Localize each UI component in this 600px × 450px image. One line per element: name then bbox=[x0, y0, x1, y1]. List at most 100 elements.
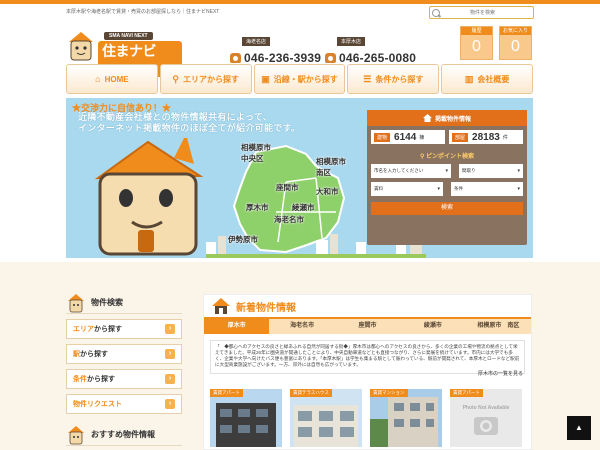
sidebar-item-conditions[interactable]: 条件から探す › bbox=[66, 369, 182, 389]
city-select[interactable]: 市名を入力してください ▾ bbox=[371, 164, 451, 178]
store-phone[interactable]: 046-265-0080 bbox=[339, 51, 416, 65]
listing-card[interactable]: 賃貸アパート bbox=[210, 389, 282, 447]
stat-value: 6144 bbox=[394, 131, 417, 143]
phone-icon bbox=[230, 53, 241, 63]
city-label[interactable]: 綾瀬市 bbox=[292, 202, 315, 213]
stat-rooms: 部屋 28183 件 bbox=[449, 130, 523, 144]
listing-card[interactable]: 賃貸マンション bbox=[370, 389, 442, 447]
phone-icon bbox=[325, 53, 336, 63]
tab-sagamihara-minami[interactable]: 相模原市 南区 bbox=[466, 319, 531, 334]
city-label[interactable]: 大和市 bbox=[316, 186, 339, 197]
item-text: から探す bbox=[87, 376, 115, 383]
item-text: から探す bbox=[80, 351, 108, 358]
scroll-to-top-button[interactable]: ▲ bbox=[567, 416, 591, 440]
nav-label: 条件から探す bbox=[375, 74, 424, 84]
listing-panel: 掲載物件情報 建物 6144 棟 部屋 28183 件 ⚲ ピンポイント検索 市… bbox=[367, 110, 527, 245]
conditions-select[interactable]: 条件 ▾ bbox=[451, 182, 523, 196]
nav-label: 会社概要 bbox=[477, 74, 510, 84]
city-label[interactable]: 厚木市 bbox=[246, 202, 269, 213]
item-highlight: 駅 bbox=[73, 351, 80, 358]
panel-title: 掲載物件情報 bbox=[434, 116, 471, 123]
item-highlight: エリア bbox=[73, 326, 94, 333]
new-listings-title: 新着物件情報 bbox=[236, 302, 296, 314]
new-listings-header: 新着物件情報 bbox=[204, 295, 531, 319]
select-value: 間取り bbox=[462, 168, 476, 173]
pin-icon: ⚲ bbox=[172, 73, 179, 84]
chevron-down-icon: ▾ bbox=[437, 186, 440, 192]
counter-value: 0 bbox=[511, 38, 520, 55]
placeholder-text: Photo Not Available bbox=[463, 405, 510, 411]
sidebar-title-recommend: おすすめ物件情報 bbox=[66, 424, 182, 446]
property-photo bbox=[370, 389, 442, 447]
pinpoint-title: ⚲ ピンポイント検索 bbox=[367, 151, 527, 160]
rent-select[interactable]: 賃料 ▾ bbox=[371, 182, 443, 196]
store-phone[interactable]: 046-236-3939 bbox=[244, 51, 321, 65]
city-label[interactable]: 座間市 bbox=[276, 182, 299, 193]
tab-ayase[interactable]: 綾瀬市 bbox=[400, 319, 465, 334]
arrow-right-icon: › bbox=[165, 324, 175, 334]
store-honatsugi: 本厚木店 046-265-0080 bbox=[325, 30, 416, 65]
sidebar-title-text: おすすめ物件情報 bbox=[91, 430, 155, 439]
checklist-icon: ☰ bbox=[363, 73, 372, 84]
search-input[interactable] bbox=[440, 7, 528, 18]
home-icon: ⌂ bbox=[95, 74, 101, 84]
property-photo bbox=[210, 389, 282, 447]
pin-icon: ⚲ bbox=[419, 154, 425, 160]
listing-card[interactable]: 賃貸テラスハウス bbox=[290, 389, 362, 447]
property-photo bbox=[290, 389, 362, 447]
store-name: 海老名店 bbox=[242, 37, 271, 46]
tab-zama[interactable]: 座間市 bbox=[335, 319, 400, 334]
arrow-right-icon: › bbox=[165, 349, 175, 359]
view-more-link[interactable]: 厚木市の一覧を見る bbox=[478, 370, 523, 377]
mascot-icon bbox=[68, 425, 84, 444]
select-value: 条件 bbox=[454, 186, 463, 191]
no-photo-placeholder: Photo Not Available bbox=[450, 389, 522, 447]
arrow-right-icon: › bbox=[165, 374, 175, 384]
counter-label: お気に入り bbox=[500, 27, 531, 35]
pinpoint-title-text: ピンポイント検索 bbox=[426, 154, 475, 160]
main-nav: ⌂ HOME ⚲ エリアから探す ▣ 沿線・駅から探す ☰ 条件から探す ▥ 会… bbox=[66, 64, 533, 94]
city-label[interactable]: 相模原市 中央区 bbox=[241, 142, 271, 164]
sidebar-item-area[interactable]: エリアから探す › bbox=[66, 319, 182, 339]
house-icon bbox=[212, 298, 230, 314]
listing-cards: 賃貸アパート 賃貸テラスハウス 賃貸マンション 賃貸アパート Photo Not… bbox=[210, 389, 530, 447]
sidebar-item-request[interactable]: 物件リクエスト › bbox=[66, 394, 182, 414]
item-text: から探す bbox=[94, 326, 122, 333]
site-search bbox=[429, 6, 534, 19]
stat-buildings: 建物 6144 棟 bbox=[371, 130, 445, 144]
logo-subtitle: SMA NAVI NEXT bbox=[104, 32, 153, 40]
panel-stats: 建物 6144 棟 部屋 28183 件 bbox=[367, 126, 527, 148]
stat-key: 建物 bbox=[374, 132, 391, 142]
store-name: 本厚木店 bbox=[337, 37, 366, 46]
new-listings: 新着物件情報 厚木市 海老名市 座間市 綾瀬市 相模原市 南区 「 ◆都心へのア… bbox=[203, 294, 532, 450]
property-type-badge: 賃貸アパート bbox=[450, 389, 483, 397]
history-counter[interactable]: 履歴 0 bbox=[460, 26, 493, 60]
hero-text-line: 近隣不動産会社様との物件情報共有によって、 bbox=[78, 112, 273, 122]
tab-atsugi[interactable]: 厚木市 bbox=[204, 319, 270, 334]
sidebar-item-station[interactable]: 駅から探す › bbox=[66, 344, 182, 364]
arrow-right-icon: › bbox=[165, 399, 175, 409]
layout-select[interactable]: 間取り ▾ bbox=[459, 164, 523, 178]
select-value: 賃料 bbox=[374, 186, 383, 191]
listing-card[interactable]: 賃貸アパート Photo Not Available bbox=[450, 389, 522, 447]
building-icon: ▥ bbox=[464, 73, 474, 84]
nav-label: エリアから探す bbox=[182, 74, 239, 84]
nav-company[interactable]: ▥ 会社概要 bbox=[441, 64, 533, 94]
nav-area[interactable]: ⚲ エリアから探す bbox=[159, 64, 252, 94]
city-label[interactable]: 相模原市 南区 bbox=[316, 156, 346, 178]
nav-station[interactable]: ▣ 沿線・駅から探す bbox=[253, 64, 346, 94]
hero-text-line: インターネット掲載物件のほぼ全てが紹介可能です。 bbox=[78, 123, 301, 133]
nav-conditions[interactable]: ☰ 条件から探す bbox=[347, 64, 440, 94]
sidebar: 物件検索 エリアから探す › 駅から探す › 条件から探す › 物件リクエスト … bbox=[66, 292, 182, 446]
chevron-down-icon: ▾ bbox=[517, 168, 520, 174]
nav-home[interactable]: ⌂ HOME bbox=[66, 64, 158, 94]
search-button[interactable]: 検索 bbox=[371, 202, 523, 215]
chevron-down-icon: ▾ bbox=[517, 186, 520, 192]
tab-ebina[interactable]: 海老名市 bbox=[269, 319, 334, 334]
mascot-illustration bbox=[94, 138, 204, 256]
site-logo[interactable]: SMA NAVI NEXT 住まナビNEXT bbox=[66, 28, 182, 77]
favorites-counter[interactable]: お気に入り 0 bbox=[499, 26, 532, 60]
property-type-badge: 賃貸マンション bbox=[370, 389, 408, 397]
panel-header: 掲載物件情報 bbox=[367, 110, 527, 126]
stat-key: 部屋 bbox=[452, 132, 469, 142]
